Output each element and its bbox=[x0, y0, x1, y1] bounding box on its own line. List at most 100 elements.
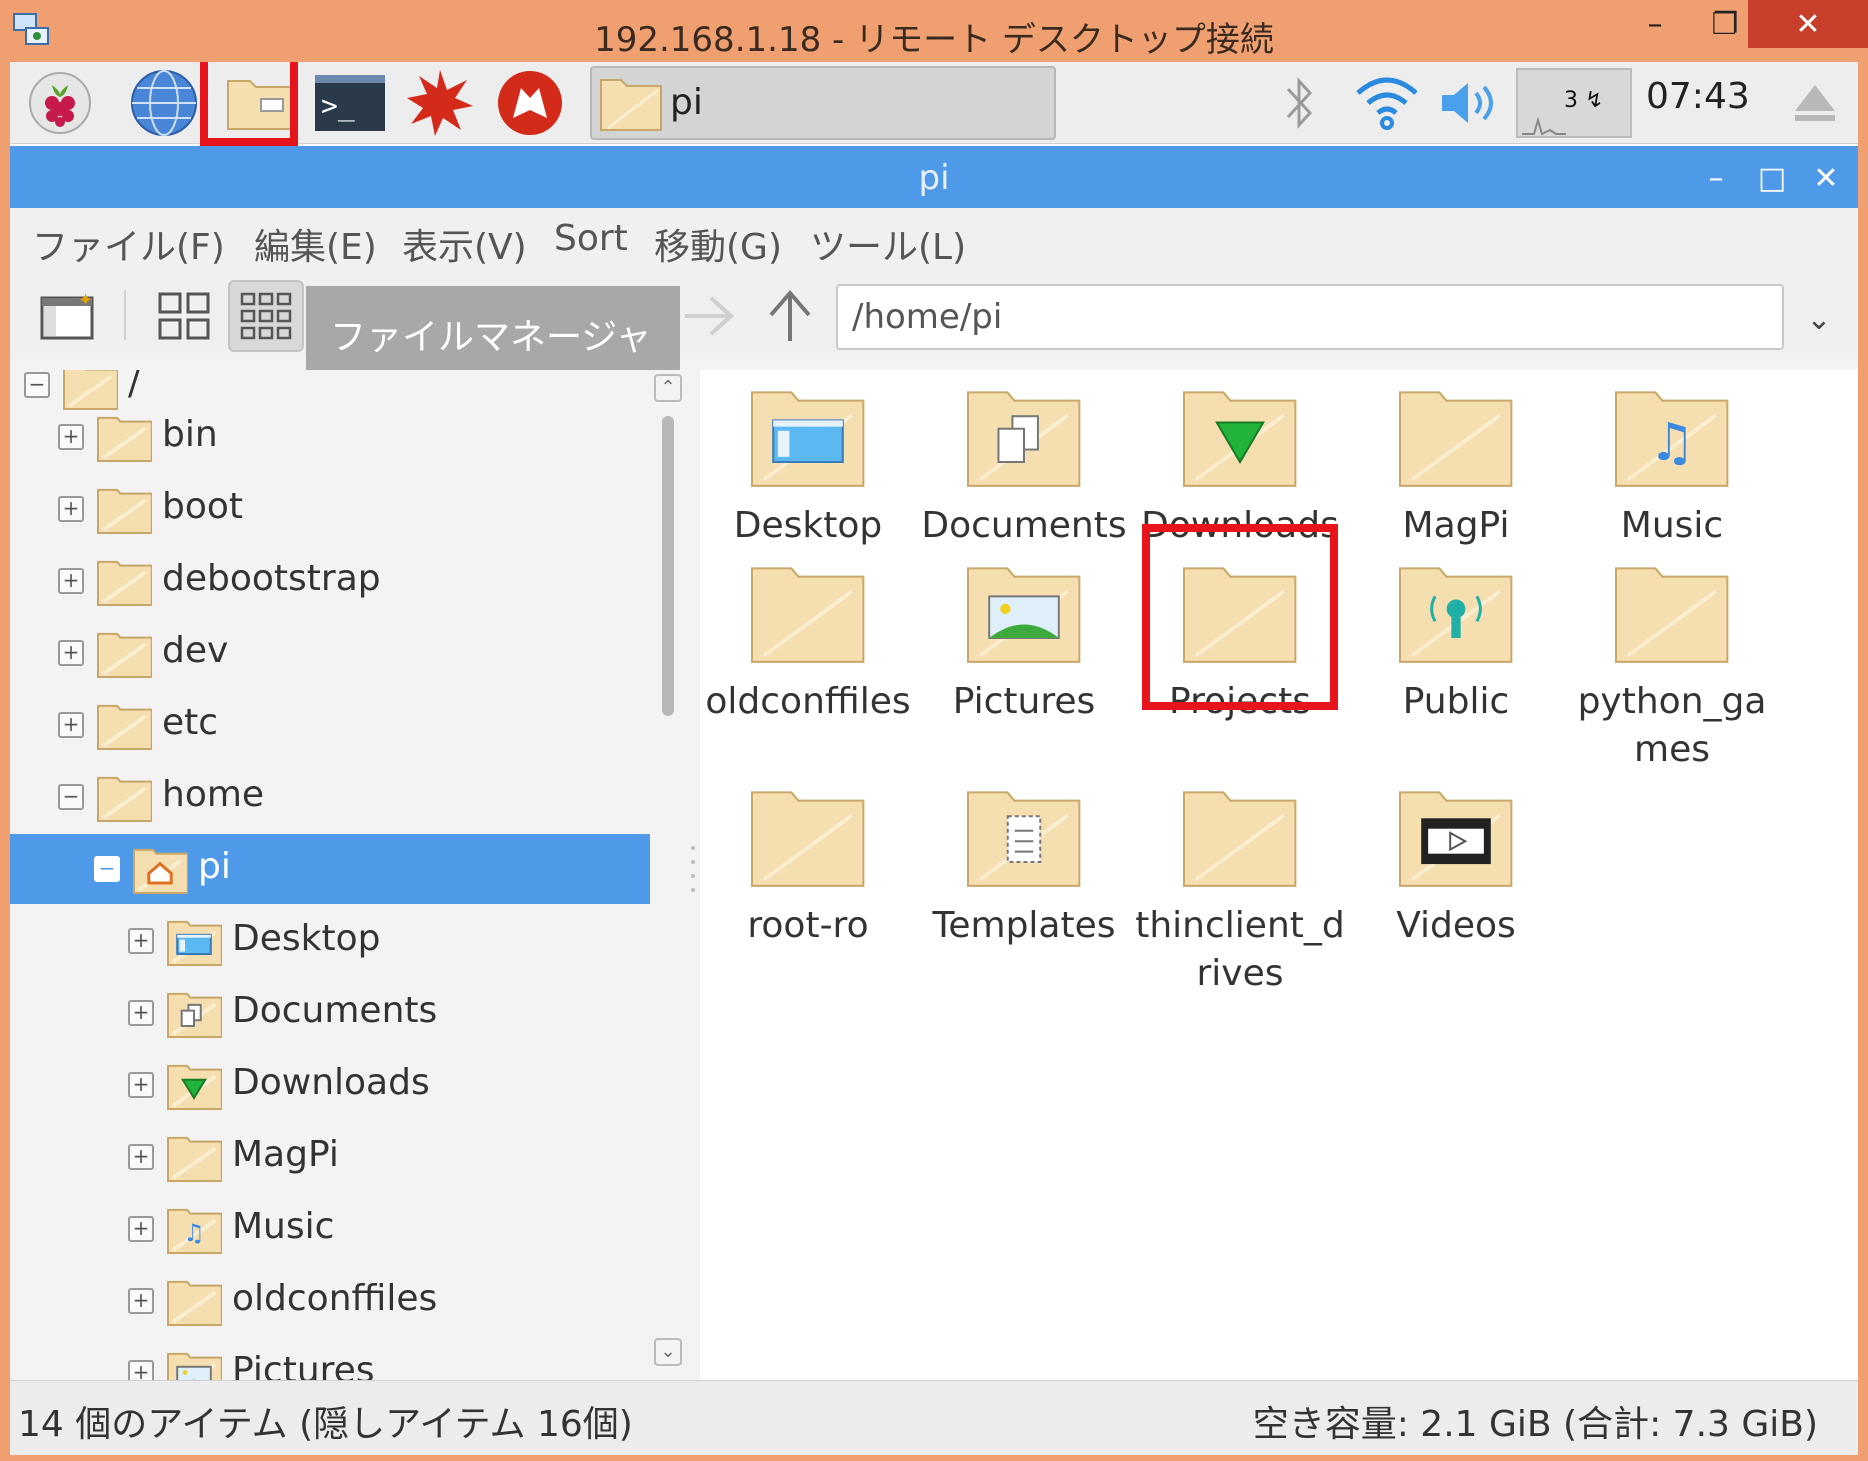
tree-item-icon bbox=[166, 1134, 223, 1183]
chevron-down-icon: ⌄ bbox=[1806, 301, 1832, 337]
tree-item[interactable]: + bin bbox=[10, 402, 650, 472]
file-item-documents[interactable]: Documents bbox=[916, 384, 1132, 550]
file-item-desktop[interactable]: Desktop bbox=[700, 384, 916, 550]
file-item-public[interactable]: Public bbox=[1348, 560, 1564, 726]
tree-item-label: Music bbox=[232, 1206, 335, 1247]
terminal-launcher[interactable]: >_ bbox=[310, 66, 390, 140]
file-item-magpi[interactable]: MagPi bbox=[1348, 384, 1564, 550]
fm-minimize-button[interactable]: – bbox=[1694, 156, 1738, 200]
expand-icon[interactable]: + bbox=[128, 1288, 154, 1314]
expand-icon[interactable]: + bbox=[58, 424, 84, 450]
file-item-thinclient-drives[interactable]: thinclient_drives bbox=[1132, 784, 1348, 998]
tree-item[interactable]: + MagPi bbox=[10, 1122, 650, 1192]
wolfram-launcher[interactable] bbox=[490, 66, 570, 140]
expand-icon[interactable]: + bbox=[58, 568, 84, 594]
file-item-oldconffiles[interactable]: oldconffiles bbox=[700, 560, 916, 726]
tree-item[interactable]: + Pictures bbox=[10, 1338, 650, 1380]
parent-folder-button[interactable] bbox=[752, 280, 828, 352]
tree-item[interactable]: + debootstrap bbox=[10, 546, 650, 616]
pictures-folder-icon bbox=[167, 1352, 223, 1380]
file-item-music[interactable]: ♫ Music bbox=[1564, 384, 1780, 550]
taskbar-window-button-pi[interactable]: pi bbox=[590, 66, 1056, 140]
volume-button[interactable] bbox=[1434, 66, 1508, 140]
downloads-folder-icon bbox=[167, 1064, 223, 1111]
file-item-python-games[interactable]: python_games bbox=[1564, 560, 1780, 774]
expand-icon[interactable]: + bbox=[58, 640, 84, 666]
tree-item[interactable]: + boot bbox=[10, 474, 650, 544]
menu-go[interactable]: 移動(G) bbox=[654, 218, 782, 270]
toolbar-separator bbox=[124, 290, 126, 340]
path-dropdown-button[interactable]: ⌄ bbox=[1794, 294, 1844, 344]
tree-item[interactable]: − home bbox=[10, 762, 650, 832]
cpu-monitor[interactable]: 3 ↯ bbox=[1516, 68, 1632, 138]
menu-edit[interactable]: 編集(E) bbox=[254, 218, 377, 270]
wifi-icon bbox=[1356, 77, 1418, 130]
expand-icon[interactable]: + bbox=[128, 1072, 154, 1098]
expand-icon[interactable]: + bbox=[128, 1144, 154, 1170]
path-input[interactable] bbox=[836, 284, 1784, 350]
forward-button[interactable] bbox=[670, 280, 746, 352]
file-item-root-ro[interactable]: root-ro bbox=[700, 784, 916, 950]
tree-item[interactable]: + oldconffiles bbox=[10, 1266, 650, 1336]
file-manager-window: pi – □ ✕ ファイル(F) 編集(E) 表示(V) Sort 移動(G) … bbox=[10, 146, 1858, 1455]
scroll-down-button[interactable]: ⌄ bbox=[654, 1338, 682, 1366]
directory-tree: − / + bin + boot + debootstrap + dev + etc − home − pi +… bbox=[10, 370, 650, 1380]
eject-button[interactable] bbox=[1780, 66, 1850, 140]
file-item-videos[interactable]: Videos bbox=[1348, 784, 1564, 950]
menu-tools[interactable]: ツール(L) bbox=[810, 218, 966, 270]
wifi-button[interactable] bbox=[1350, 66, 1424, 140]
expand-icon[interactable]: + bbox=[58, 496, 84, 522]
tree-item[interactable]: + ♫ Music bbox=[10, 1194, 650, 1264]
free-space-text: 空き容量: 2.1 GiB (合計: 7.3 GiB) bbox=[1252, 1404, 1818, 1445]
tree-scrollbar[interactable]: ⌃ ⌄ bbox=[650, 370, 686, 1380]
tree-item[interactable]: − pi bbox=[10, 834, 650, 904]
file-item-pictures[interactable]: Pictures bbox=[916, 560, 1132, 726]
fm-window-title: pi bbox=[918, 158, 950, 198]
menu-file[interactable]: ファイル(F) bbox=[32, 218, 225, 270]
expand-icon[interactable]: + bbox=[58, 712, 84, 738]
fm-maximize-button[interactable]: □ bbox=[1750, 156, 1794, 200]
documents-folder-icon bbox=[967, 391, 1081, 487]
new-tab-button[interactable]: ✦ bbox=[30, 280, 106, 352]
statusbar: 14 個のアイテム (隠しアイテム 16個) 空き容量: 2.1 GiB (合計… bbox=[10, 1380, 1858, 1455]
cpu-usage-text: 3 ↯ bbox=[1564, 88, 1604, 113]
expand-icon[interactable]: + bbox=[128, 1000, 154, 1026]
raspberry-menu-button[interactable] bbox=[20, 66, 100, 140]
tree-item[interactable]: + Documents bbox=[10, 978, 650, 1048]
tree-item[interactable]: + Desktop bbox=[10, 906, 650, 976]
taskbar-window-label: pi bbox=[670, 82, 703, 123]
file-item-label: Desktop bbox=[733, 505, 883, 546]
thumbnail-view-button[interactable] bbox=[228, 280, 304, 352]
item-count-text: 14 個のアイテム (隠しアイテム 16個) bbox=[18, 1404, 633, 1445]
expand-icon[interactable]: + bbox=[128, 1216, 154, 1242]
pane-resize-handle[interactable] bbox=[686, 370, 700, 1380]
scroll-thumb[interactable] bbox=[662, 416, 674, 716]
folder-icon bbox=[1615, 567, 1729, 663]
tree-item[interactable]: + Downloads bbox=[10, 1050, 650, 1120]
icon-view-button[interactable] bbox=[146, 280, 222, 352]
scroll-up-button[interactable]: ⌃ bbox=[654, 374, 682, 402]
collapse-icon[interactable]: − bbox=[94, 856, 120, 882]
expand-icon[interactable]: + bbox=[128, 1360, 154, 1380]
file-item-templates[interactable]: Templates bbox=[916, 784, 1132, 950]
eject-icon bbox=[1795, 85, 1835, 121]
tree-item[interactable]: + dev bbox=[10, 618, 650, 688]
web-browser-button[interactable] bbox=[124, 66, 204, 140]
folder-icon bbox=[97, 416, 153, 463]
collapse-icon[interactable]: − bbox=[24, 372, 50, 398]
expand-icon[interactable]: + bbox=[128, 928, 154, 954]
clock[interactable]: 07:43 bbox=[1646, 76, 1750, 117]
mathematica-launcher[interactable] bbox=[400, 66, 480, 140]
chevron-down-icon: ⌄ bbox=[660, 1341, 676, 1362]
rdp-minimize-button[interactable]: – bbox=[1620, 0, 1690, 48]
rdp-close-button[interactable]: ✕ bbox=[1748, 0, 1868, 48]
collapse-icon[interactable]: − bbox=[58, 784, 84, 810]
tree-item[interactable]: + etc bbox=[10, 690, 650, 760]
menu-view[interactable]: 表示(V) bbox=[402, 218, 527, 270]
tree-item-icon bbox=[166, 1278, 223, 1327]
downloads-folder-icon bbox=[1183, 391, 1297, 487]
bluetooth-button[interactable] bbox=[1270, 66, 1330, 140]
fm-close-button[interactable]: ✕ bbox=[1804, 156, 1848, 200]
tree-item-icon bbox=[166, 990, 223, 1039]
menu-sort[interactable]: Sort bbox=[554, 218, 628, 259]
